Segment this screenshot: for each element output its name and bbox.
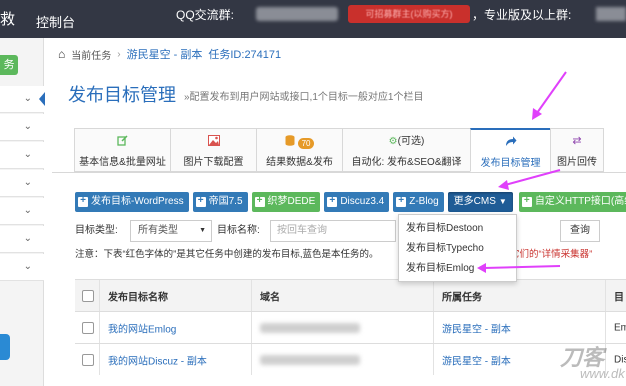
promo-badge[interactable]: 可招募群主(以购买方): [348, 5, 470, 23]
arrow-to-tab: [536, 71, 567, 114]
plus-icon: [254, 192, 265, 210]
sidebar-task-button[interactable]: 务: [0, 55, 18, 75]
sidebar-item[interactable]: ⌄: [0, 114, 44, 141]
breadcrumb: ⌂ 当前任务 › 游民星空 - 副本 任务ID:274171: [58, 46, 281, 62]
arrow-head: [532, 108, 542, 120]
target-name-link[interactable]: 我的网站Emlog: [108, 320, 176, 335]
target-name-link[interactable]: 我的网站Discuz - 副本: [108, 352, 207, 367]
row-checkbox[interactable]: [82, 321, 94, 334]
tab-results-publish[interactable]: 70 结果数据&发布: [256, 128, 342, 172]
plus-icon: [327, 192, 338, 210]
table-header-row: 发布目标名称 域名 所属任务 目: [75, 279, 626, 311]
plus-icon: [396, 192, 407, 210]
tab-bar: 基本信息&批量网址 图片下载配置 70 结果数据&发布 ⚙(可选) 自动化: 发…: [74, 128, 604, 172]
results-count-badge: 70: [297, 137, 315, 149]
task-id: 任务ID:274171: [208, 49, 282, 61]
share-icon: [471, 136, 550, 149]
column-header-target[interactable]: 目: [614, 288, 624, 303]
menu-item-destoon[interactable]: 发布目标Destoon: [399, 219, 516, 239]
tab-basic-info[interactable]: 基本信息&批量网址: [74, 128, 170, 172]
page-subtitle: »配置发布到用户网站或接口,1个目标一般对应1个栏目: [184, 92, 424, 103]
caret-down-icon: ▼: [498, 197, 507, 206]
tab-publish-targets[interactable]: 发布目标管理: [470, 128, 550, 172]
blurred-pro-number: [596, 7, 626, 21]
target-type-select[interactable]: 所有类型 ▼: [130, 220, 212, 242]
column-header-domain[interactable]: 域名: [260, 288, 280, 303]
target-name-label: 目标名称:: [217, 225, 260, 236]
chevron-down-icon: ⌄: [23, 177, 32, 188]
qq-group-label: QQ交流群:: [176, 8, 235, 22]
home-icon[interactable]: ⌂: [58, 47, 65, 61]
chevron-down-icon: ⌄: [23, 261, 32, 272]
add-empire-button[interactable]: 帝国7.5: [192, 192, 248, 212]
query-button[interactable]: 查询: [560, 220, 600, 242]
console-link[interactable]: 控制台: [36, 12, 75, 31]
tab-image-download[interactable]: 图片下载配置: [170, 128, 256, 172]
menu-item-typecho[interactable]: 发布目标Typecho: [399, 239, 516, 259]
target-type-cell: Emlo: [614, 322, 626, 333]
left-sidebar: 务 ⌄ ⌄ ⌄ ⌄ ⌄ ⌄ ⌄: [0, 38, 45, 386]
select-all-checkbox[interactable]: [82, 289, 94, 302]
add-discuz-button[interactable]: Discuz3.4: [324, 192, 390, 212]
caret-down-icon: ▼: [199, 227, 206, 234]
tab-automation[interactable]: ⚙(可选) 自动化: 发布&SEO&翻译: [342, 128, 470, 172]
gears-icon: ⚙(可选): [388, 136, 425, 147]
sidebar-blue-button[interactable]: [0, 334, 10, 360]
pro-group-label: ，专业版及以上群:: [472, 8, 572, 22]
chevron-down-icon: ⌄: [23, 149, 32, 160]
blurred-qq-number: [256, 7, 338, 21]
target-name-input[interactable]: 按回车查询: [270, 220, 396, 242]
table-row: 我的网站Emlog 游民星空 - 副本 Emlo: [75, 311, 626, 343]
chevron-down-icon: ⌄: [23, 121, 32, 132]
task-name[interactable]: 游民星空 - 副本: [127, 46, 203, 62]
column-header-task[interactable]: 所属任务: [442, 288, 482, 303]
plus-icon: [78, 192, 88, 210]
add-zblog-button[interactable]: Z-Blog: [393, 192, 444, 212]
page-title: 发布目标管理: [68, 85, 176, 105]
more-cms-menu: 发布目标Destoon 发布目标Typecho 发布目标Emlog: [398, 214, 517, 282]
chevron-down-icon: ⌄: [23, 205, 32, 216]
chevron-down-icon: ⌄: [23, 93, 32, 104]
top-bar: 救 控制台 QQ交流群: 可招募群主(以购买方) ，专业版及以上群:: [0, 0, 626, 38]
task-link[interactable]: 游民星空 - 副本: [442, 352, 511, 367]
chevron-down-icon: ⌄: [23, 233, 32, 244]
watermark-url: www.dk: [580, 366, 625, 381]
table-row: 我的网站Discuz - 副本 游民星空 - 副本 Disc: [75, 343, 626, 375]
blurred-domain: [260, 322, 360, 333]
tab-image-upload[interactable]: ⇄ 图片回传: [550, 128, 604, 172]
breadcrumb-separator-icon: ›: [117, 48, 121, 60]
sidebar-item[interactable]: ⌄: [0, 226, 44, 253]
sidebar-item[interactable]: ⌄: [0, 170, 44, 197]
current-task-label: 当前任务: [71, 50, 112, 62]
edit-icon: [75, 135, 170, 148]
image-icon: [171, 135, 256, 148]
task-link[interactable]: 游民星空 - 副本: [442, 320, 511, 335]
menu-item-emlog[interactable]: 发布目标Emlog: [399, 259, 516, 279]
sidebar-item[interactable]: ⌄: [0, 198, 44, 225]
target-type-label: 目标类型:: [75, 225, 118, 236]
transfer-icon: ⇄: [572, 135, 582, 147]
target-type-cell: Disc: [614, 354, 626, 365]
sidebar-item[interactable]: ⌄: [0, 86, 45, 113]
sidebar-item[interactable]: ⌄: [0, 142, 44, 169]
add-dede-button[interactable]: 织梦DEDE: [251, 192, 321, 212]
plus-icon: [195, 192, 206, 210]
add-custom-http-button[interactable]: 自定义HTTP接口(高级): [518, 192, 626, 212]
row-checkbox[interactable]: [82, 353, 94, 366]
plus-icon: [521, 192, 532, 210]
brand-logo[interactable]: 救: [0, 8, 15, 29]
sidebar-item[interactable]: ⌄: [0, 254, 44, 281]
publish-target-button-row: 发布目标-WordPress 帝国7.5 织梦DEDE Discuz3.4 Z-…: [75, 192, 626, 212]
blurred-domain: [260, 354, 360, 365]
more-cms-dropdown-button[interactable]: 更多CMS ▼: [447, 192, 513, 212]
add-wordpress-button[interactable]: 发布目标-WordPress: [75, 192, 189, 212]
column-header-name[interactable]: 发布目标名称: [108, 288, 168, 303]
database-icon: 70: [257, 135, 342, 149]
